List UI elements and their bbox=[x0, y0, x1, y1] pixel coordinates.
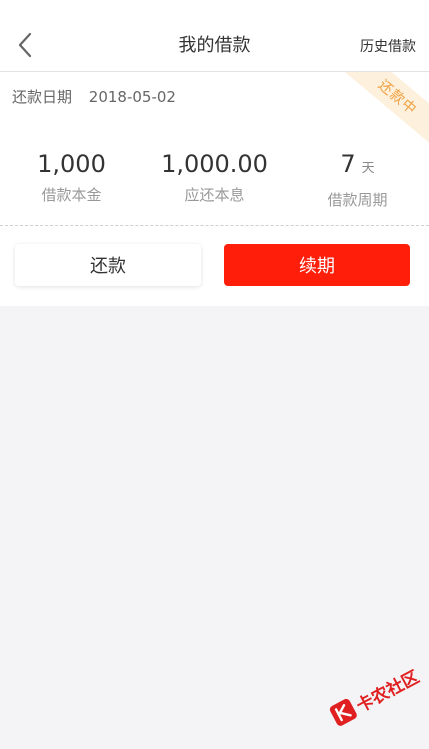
status-badge: 还款中 bbox=[374, 77, 420, 119]
due-date-value: 2018-05-02 bbox=[88, 88, 176, 106]
watermark: 卡农社区 bbox=[315, 641, 429, 749]
status-bar bbox=[0, 0, 429, 20]
stat-principal: 1,000 借款本金 bbox=[0, 148, 143, 205]
period-unit: 天 bbox=[361, 161, 375, 176]
nav-bar: 我的借款 历史借款 bbox=[0, 20, 429, 72]
principal-label: 借款本金 bbox=[41, 186, 102, 204]
principal-value: 1,000 bbox=[37, 150, 106, 178]
history-loans-link[interactable]: 历史借款 bbox=[360, 20, 416, 71]
stat-repay-amount: 1,000.00 应还本息 bbox=[143, 148, 286, 205]
period-value-row: 7天 bbox=[286, 148, 429, 185]
chevron-left-icon bbox=[18, 32, 32, 58]
repay-amount-label: 应还本息 bbox=[184, 186, 245, 204]
loan-stats: 1,000 借款本金 1,000.00 应还本息 7天 借款周期 bbox=[0, 148, 429, 210]
due-date-label: 还款日期 bbox=[12, 88, 73, 106]
due-date-row: 还款日期 2018-05-02 bbox=[12, 86, 176, 107]
renew-button[interactable]: 续期 bbox=[224, 244, 410, 286]
repay-button[interactable]: 还款 bbox=[15, 244, 201, 286]
stat-period: 7天 借款周期 bbox=[286, 148, 429, 210]
period-label: 借款周期 bbox=[327, 191, 388, 209]
status-ribbon: 还款中 bbox=[338, 72, 429, 151]
watermark-text: 卡农社区 bbox=[353, 666, 423, 717]
back-button[interactable] bbox=[8, 28, 42, 62]
dashed-divider bbox=[0, 225, 429, 226]
period-value: 7 bbox=[340, 150, 356, 178]
loan-card: 还款日期 2018-05-02 还款中 1,000 借款本金 1,000.00 … bbox=[0, 72, 429, 306]
repay-amount-value: 1,000.00 bbox=[161, 150, 268, 178]
